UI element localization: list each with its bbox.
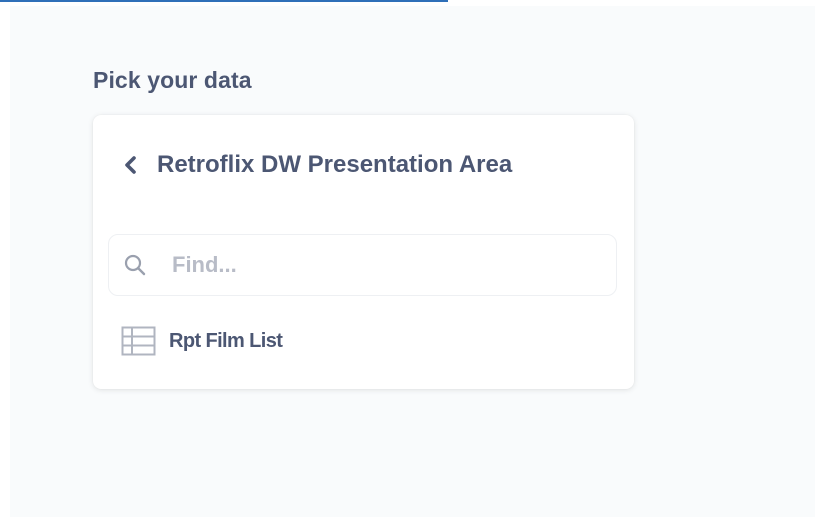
list-item-label: Rpt Film List: [169, 329, 283, 352]
page-title: Pick your data: [93, 67, 252, 93]
table-icon: [121, 326, 156, 356]
list-item-rpt-film-list[interactable]: Rpt Film List: [121, 326, 283, 356]
page: Pick your data Retroflix DW Presentation…: [0, 0, 815, 517]
data-picker-card: Retroflix DW Presentation Area Rpt Film …: [93, 115, 634, 389]
chevron-left-icon: [125, 156, 136, 174]
database-name: Retroflix DW Presentation Area: [157, 151, 513, 178]
search-icon: [124, 254, 146, 276]
search-field[interactable]: [108, 234, 617, 296]
search-input[interactable]: [172, 252, 592, 278]
back-to-database-button[interactable]: Retroflix DW Presentation Area: [123, 151, 512, 179]
top-bar-accent: [0, 0, 448, 2]
